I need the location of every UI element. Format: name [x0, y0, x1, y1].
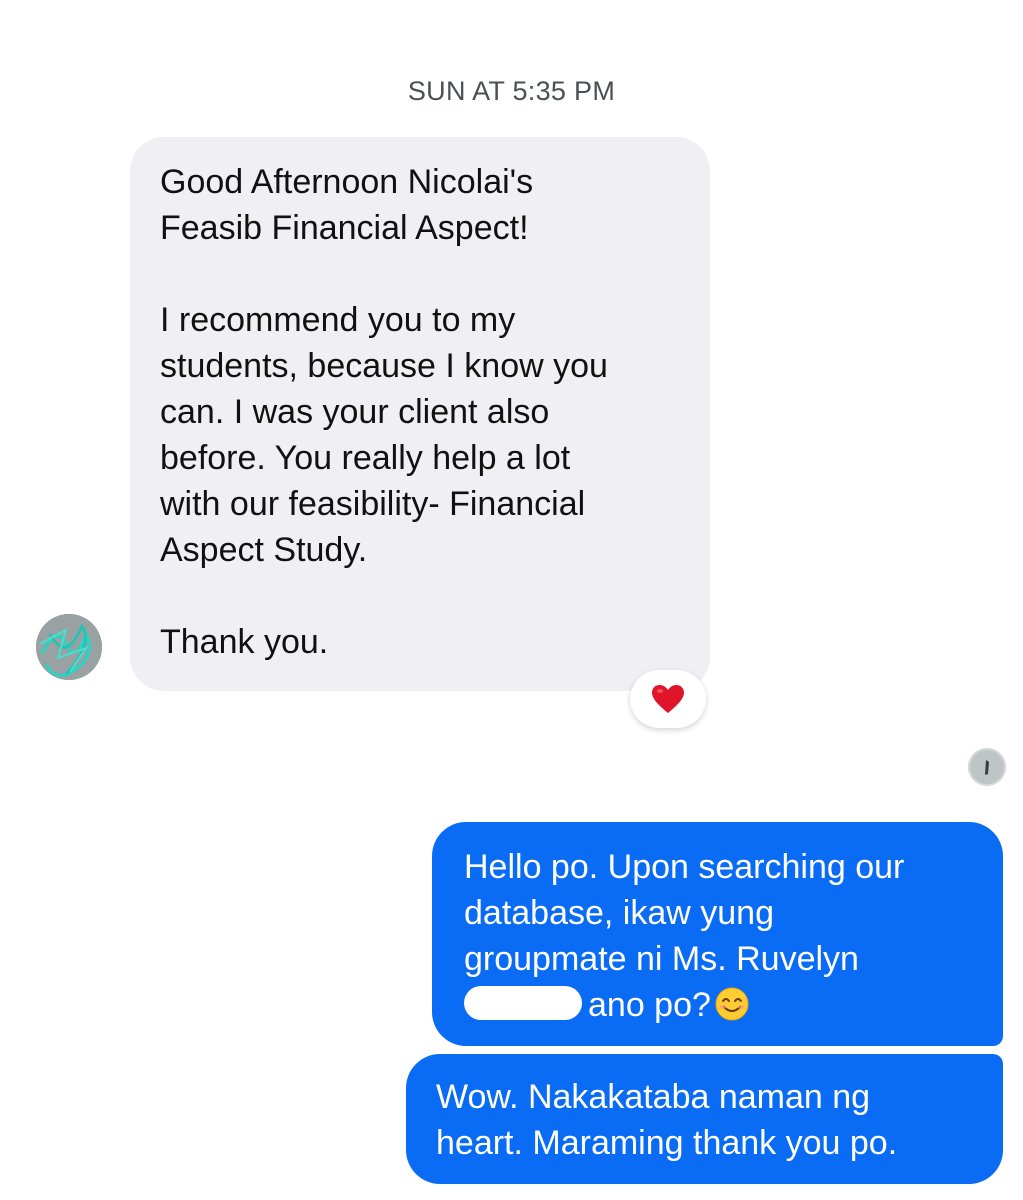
- timestamp: SUN AT 5:35 PM: [407, 76, 616, 106]
- message-line-with-redaction: ano po?: [464, 982, 983, 1028]
- message-line: before. You really help a lot: [160, 439, 571, 477]
- incoming-paragraph-3: Thank you.: [160, 619, 690, 665]
- incoming-message-bubble[interactable]: Good Afternoon Nicolai's Feasib Financia…: [130, 137, 710, 691]
- incoming-paragraph-2: I recommend you to my students, because …: [160, 297, 690, 573]
- message-line: Feasib Financial Aspect!: [160, 209, 529, 247]
- message-line: Good Afternoon Nicolai's: [160, 163, 534, 201]
- message-line: Wow. Nakakataba naman ng: [436, 1078, 871, 1116]
- message-line: groupmate ni Ms. Ruvelyn: [464, 940, 859, 978]
- message-line: with our feasibility- Financial: [160, 485, 586, 523]
- incoming-paragraph-1: Good Afternoon Nicolai's Feasib Financia…: [160, 159, 690, 251]
- message-line: can. I was your client also: [160, 393, 550, 431]
- message-line: Hello po. Upon searching our: [464, 848, 905, 886]
- message-reaction[interactable]: [630, 670, 706, 728]
- red-heart-icon: [652, 685, 684, 713]
- message-line: database, ikaw yung: [464, 894, 774, 932]
- message-text: ano po?: [588, 986, 711, 1024]
- sender-avatar[interactable]: [36, 614, 102, 680]
- outgoing-message-bubble[interactable]: Hello po. Upon searching our database, i…: [432, 822, 1003, 1046]
- message-line: students, because I know you: [160, 347, 608, 385]
- smiling-face-emoji-icon: [715, 987, 749, 1021]
- message-line: I recommend you to my: [160, 301, 516, 339]
- message-line: heart. Maraming thank you po.: [436, 1124, 898, 1162]
- message-line: Aspect Study.: [160, 531, 368, 569]
- scribbled-avatar-icon: [36, 614, 102, 680]
- outgoing-message-bubble[interactable]: Wow. Nakakataba naman ng heart. Maraming…: [406, 1054, 1003, 1184]
- message-line: Thank you.: [160, 623, 329, 661]
- read-receipt-avatar-icon: [968, 748, 1006, 786]
- redacted-name-block: [464, 986, 582, 1020]
- read-receipt-avatar: [968, 748, 1006, 786]
